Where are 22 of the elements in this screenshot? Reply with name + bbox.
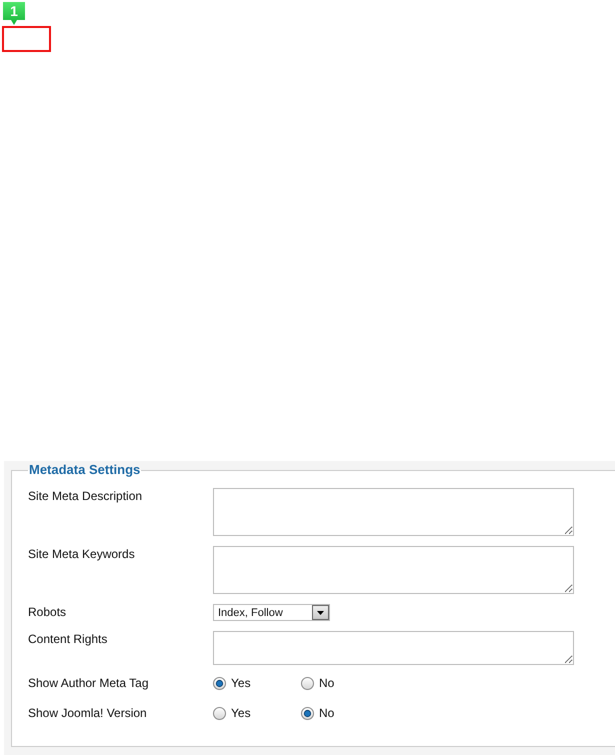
text-area-field[interactable] (213, 546, 574, 594)
radio-option[interactable]: No (301, 706, 389, 720)
field-label: Site Meta Description (28, 488, 142, 503)
field-label: Show Joomla! Version (28, 706, 147, 720)
field-label: Show Author Meta Tag (28, 676, 149, 690)
highlight-frame (2, 26, 51, 52)
annotation-badge: 1 (3, 2, 25, 25)
fieldset-legend: Metadata Settings (28, 462, 142, 478)
radio-icon[interactable] (213, 676, 226, 690)
robots-select[interactable]: Index, Follow (213, 604, 330, 621)
caret-icon[interactable] (312, 605, 329, 620)
field-label: Robots (28, 604, 66, 619)
radio-icon[interactable] (301, 676, 314, 690)
radio-option[interactable]: No (301, 676, 389, 690)
radio-icon[interactable] (213, 706, 226, 720)
radio-option[interactable]: Yes (213, 706, 301, 720)
text-area-field[interactable] (213, 488, 574, 536)
radio-option[interactable]: Yes (213, 676, 301, 690)
field-label: Site Meta Keywords (28, 546, 135, 561)
text-area-field[interactable] (213, 631, 574, 665)
radio-icon[interactable] (301, 706, 314, 720)
field-label: Content Rights (28, 631, 108, 646)
